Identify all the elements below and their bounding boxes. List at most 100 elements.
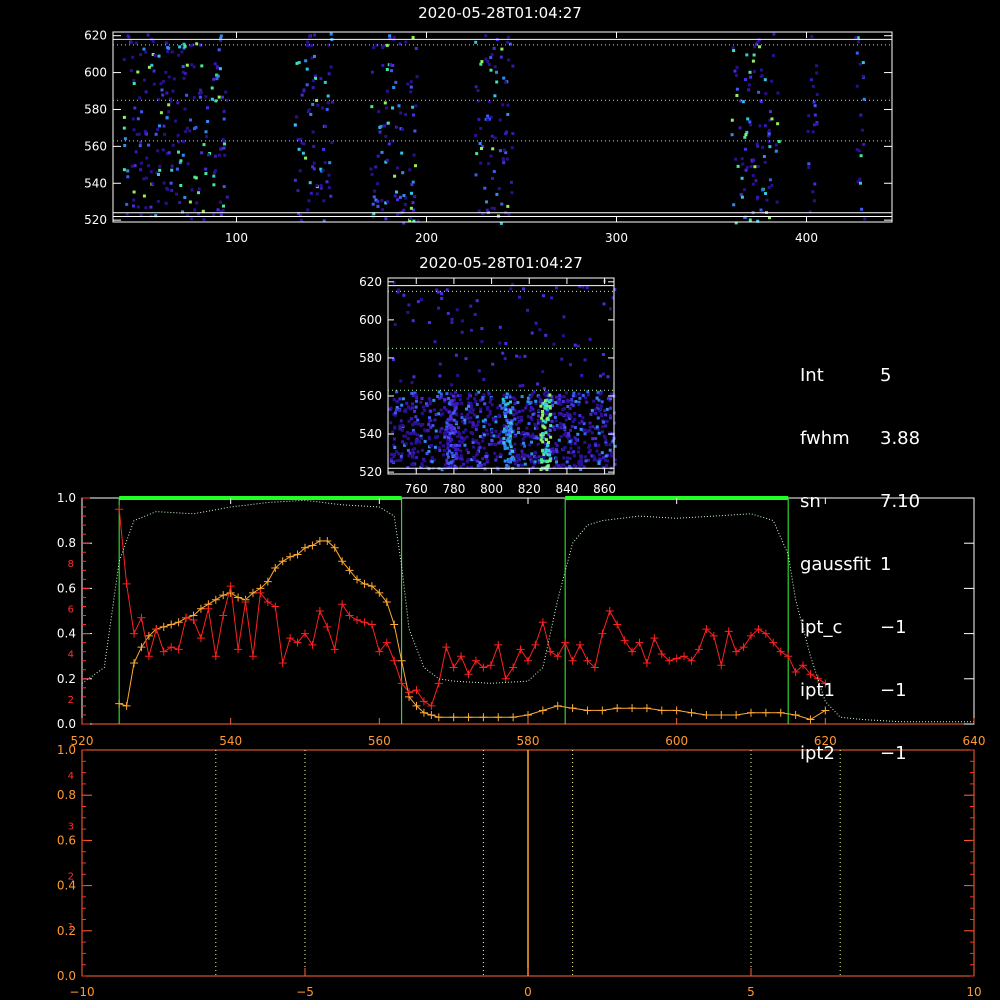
heat-pixel: [811, 190, 815, 194]
heat-pixel: [560, 357, 564, 361]
heat-pixel: [404, 410, 408, 414]
panel3-x-tick-label: 640: [963, 734, 986, 748]
heat-pixel: [322, 147, 325, 151]
heat-pixel: [393, 174, 397, 178]
heat-pixel: [162, 124, 166, 128]
heat-pixel: [183, 196, 187, 199]
heat-pixel: [188, 129, 192, 133]
heat-pixel: [501, 351, 505, 355]
heat-pixel: [761, 145, 764, 149]
heat-pixel: [503, 405, 507, 409]
heat-pixel: [311, 165, 315, 169]
heat-pixel: [490, 429, 494, 432]
heat-pixel: [489, 56, 493, 59]
heat-pixel: [562, 423, 566, 427]
heat-pixel: [505, 157, 509, 161]
panel3-y2-tick-label: 2: [68, 695, 74, 706]
heat-pixel: [182, 76, 186, 80]
heat-pixel: [508, 428, 512, 432]
heat-pixel: [459, 454, 463, 458]
series-point: [219, 591, 228, 600]
series-point: [776, 708, 785, 717]
panel4-y2-tick-label: 2: [68, 872, 74, 883]
heat-pixel: [217, 95, 221, 99]
heat-pixel: [520, 463, 524, 467]
heat-pixel: [504, 342, 508, 345]
series-point: [434, 679, 443, 688]
heat-pixel: [469, 431, 473, 435]
heat-pixel: [572, 463, 576, 467]
heat-pixel: [442, 453, 445, 457]
series-point: [390, 620, 399, 629]
heat-pixel: [163, 132, 167, 136]
heat-pixel: [132, 204, 135, 208]
heat-pixel: [562, 456, 566, 460]
heat-pixel: [815, 64, 818, 68]
heat-pixel: [774, 143, 778, 147]
series-point: [196, 634, 205, 643]
series-point: [457, 652, 466, 661]
heat-pixel: [487, 423, 491, 427]
heat-pixel: [420, 397, 424, 400]
heat-pixel: [149, 205, 153, 209]
heat-pixel: [599, 374, 602, 378]
heat-pixel: [550, 296, 554, 300]
heat-pixel: [406, 448, 410, 452]
heat-pixel: [398, 424, 402, 428]
heat-pixel: [604, 413, 608, 417]
heat-pixel: [732, 49, 736, 53]
heat-pixel: [509, 400, 512, 404]
panel1-y-tick-label: 520: [84, 213, 107, 227]
heat-pixel: [438, 374, 442, 378]
heat-pixel: [305, 67, 309, 71]
heat-pixel: [167, 110, 171, 114]
heat-pixel: [411, 36, 415, 39]
heat-pixel: [529, 395, 533, 399]
heat-pixel: [744, 147, 747, 151]
heat-pixel: [763, 160, 767, 164]
heat-pixel: [573, 441, 577, 445]
heat-pixel: [410, 191, 413, 195]
heat-pixel: [420, 448, 424, 452]
heat-pixel: [500, 47, 504, 51]
heat-pixel: [398, 397, 402, 401]
heat-pixel: [392, 86, 396, 89]
heat-pixel: [133, 164, 137, 168]
heat-pixel: [394, 125, 398, 129]
heat-pixel: [479, 407, 483, 411]
heat-pixel: [529, 435, 533, 439]
panel3-y-tick-label: 0.2: [57, 672, 76, 686]
heat-pixel: [862, 143, 866, 146]
heat-pixel: [174, 119, 177, 123]
series-point: [583, 706, 592, 715]
heat-pixel: [194, 125, 198, 129]
heat-pixel: [730, 133, 734, 137]
heat-pixel: [588, 337, 592, 341]
heat-pixel: [481, 419, 485, 423]
heat-pixel: [460, 441, 464, 444]
heat-pixel: [566, 414, 570, 418]
heat-pixel: [389, 421, 393, 425]
heat-pixel: [485, 455, 489, 458]
heat-pixel: [529, 400, 533, 404]
heat-pixel: [502, 436, 506, 440]
heat-pixel: [455, 412, 458, 416]
heat-pixel: [812, 199, 816, 203]
heat-pixel: [484, 34, 488, 38]
heat-pixel: [414, 104, 418, 108]
heat-pixel: [514, 411, 518, 415]
heat-pixel: [481, 435, 485, 439]
heat-pixel: [483, 186, 487, 190]
series-point: [353, 616, 362, 625]
heat-pixel: [488, 400, 492, 404]
heat-pixel: [858, 62, 862, 66]
heat-pixel: [469, 416, 473, 420]
heat-pixel: [528, 409, 532, 413]
heat-pixel: [754, 179, 758, 183]
heat-pixel: [760, 188, 764, 192]
heat-pixel: [747, 88, 751, 92]
heat-pixel: [300, 93, 304, 97]
heat-pixel: [508, 424, 512, 428]
heat-pixel: [592, 454, 596, 458]
heat-pixel: [608, 448, 612, 452]
